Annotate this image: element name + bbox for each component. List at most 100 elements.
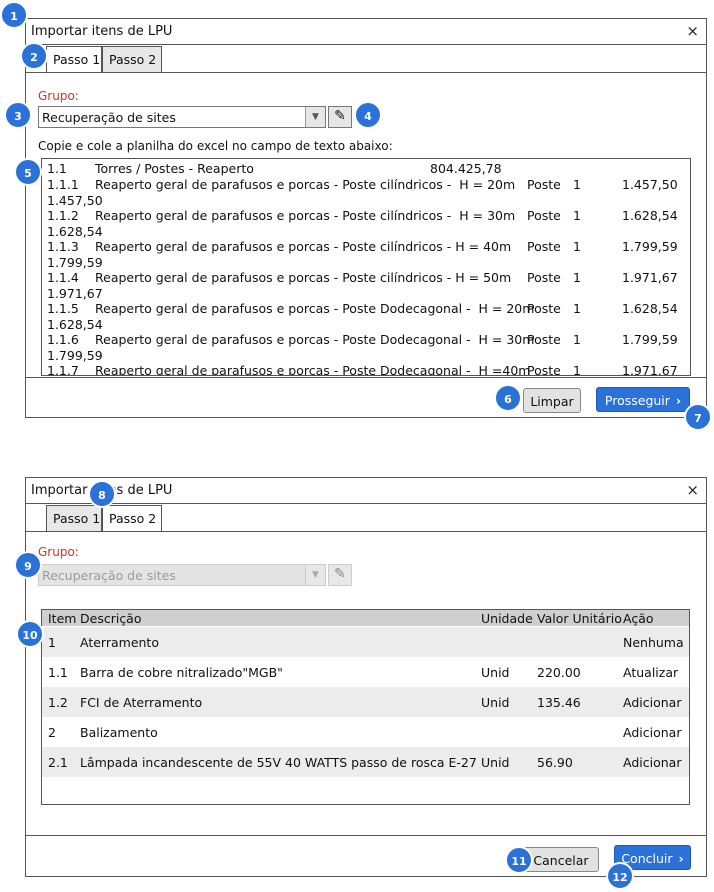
cell-description: Lâmpada incandescente de 55V 40 WATTS pa… xyxy=(80,755,477,770)
group-label: Grupo: xyxy=(38,545,79,559)
pencil-icon: ✎ xyxy=(334,566,346,582)
cancel-button[interactable]: Cancelar xyxy=(523,847,599,872)
cell-unit: Unid xyxy=(481,755,510,770)
line-description: Reaperto geral de parafusos e porcas - P… xyxy=(95,270,512,285)
group-select-disabled: Recuperação de sites ▼ xyxy=(38,564,326,586)
cell-unit-value: 56.90 xyxy=(537,755,573,770)
group-select[interactable]: Recuperação de sites ▼ xyxy=(38,106,326,128)
paste-textarea[interactable]: 1.1 Torres / Postes - Reaperto 804.425,78 1… xyxy=(41,158,691,376)
cell-action[interactable]: Adicionar xyxy=(623,755,681,770)
tab-divider xyxy=(26,531,706,532)
cell-description: Aterramento xyxy=(80,635,159,650)
line-description: Reaperto geral de parafusos e porcas - P… xyxy=(95,239,512,254)
dialog-title-bar: Importar itens de LPU × xyxy=(26,19,706,45)
table-row[interactable]: 2 Balizamento Adicionar xyxy=(42,717,689,747)
line-price: 1.799,59 xyxy=(622,332,678,347)
table-row[interactable]: 1.2 FCI de Aterramento Unid 135.46 Adicionar xyxy=(42,687,689,717)
line-quantity: 1 xyxy=(573,239,581,254)
tab-passo-1[interactable]: Passo 1 xyxy=(46,505,102,531)
tab-passo-1[interactable]: Passo 1 xyxy=(46,46,102,73)
col-description[interactable]: Descrição xyxy=(80,611,142,626)
table-row[interactable]: 1 Aterramento Nenhuma xyxy=(42,627,689,657)
close-icon[interactable]: × xyxy=(686,22,699,40)
line-price-wrap: 1.628,54 xyxy=(47,224,103,239)
cell-action[interactable]: Adicionar xyxy=(623,725,681,740)
cell-unit: Unid xyxy=(481,695,510,710)
cell-unit-value: 135.46 xyxy=(537,695,581,710)
cell-action[interactable]: Adicionar xyxy=(623,695,681,710)
line-unit: Poste xyxy=(527,239,561,254)
line-unit: Poste xyxy=(527,177,561,192)
group-label: Grupo: xyxy=(38,89,79,103)
line-price-wrap: 1.799,59 xyxy=(47,348,103,363)
line-price: 804.425,78 xyxy=(430,161,502,176)
annotation-badge-7: 7 xyxy=(684,403,712,431)
table-row[interactable]: 1.1 Barra de cobre nitralizado"MGB" Unid 22… xyxy=(42,657,689,687)
proceed-button[interactable]: Prosseguir › xyxy=(596,387,690,412)
line-price: 1.457,50 xyxy=(622,177,678,192)
line-unit: Poste xyxy=(527,363,561,376)
cell-item: 2 xyxy=(48,725,56,740)
col-unit-value[interactable]: Valor Unitário xyxy=(537,611,622,626)
cell-action[interactable]: Nenhuma xyxy=(623,635,684,650)
line-code: 1.1 xyxy=(47,161,67,176)
chevron-down-icon[interactable]: ▼ xyxy=(305,107,325,127)
cell-item: 1.1 xyxy=(48,665,68,680)
annotation-badge-12: 12 xyxy=(606,862,634,890)
line-code: 1.1.4 xyxy=(47,270,79,285)
line-unit: Poste xyxy=(527,208,561,223)
cell-item: 1.2 xyxy=(48,695,68,710)
proceed-button-label: Prosseguir xyxy=(604,393,670,408)
grid-header: Item Descrição Unidade Valor Unitário Aç… xyxy=(42,610,689,626)
annotation-badge-4: 4 xyxy=(354,101,382,129)
line-description: Torres / Postes - Reaperto xyxy=(95,161,254,176)
line-price-wrap: 1.971,67 xyxy=(47,286,103,301)
line-quantity: 1 xyxy=(573,332,581,347)
line-unit: Poste xyxy=(527,301,561,316)
col-unit[interactable]: Unidade xyxy=(481,611,533,626)
chevron-right-icon: › xyxy=(675,393,682,408)
cell-description: FCI de Aterramento xyxy=(80,695,203,710)
items-grid: Item Descrição Unidade Valor Unitário Aç… xyxy=(41,609,690,805)
annotation-badge-5: 5 xyxy=(14,158,42,186)
pencil-icon: ✎ xyxy=(334,108,346,124)
footer-divider xyxy=(26,835,706,836)
tab-divider xyxy=(26,72,706,73)
tab-passo-2[interactable]: Passo 2 xyxy=(102,505,162,532)
paste-instructions: Copie e cole a planilha do excel no camp… xyxy=(38,139,393,153)
line-price: 1.971,67 xyxy=(622,270,678,285)
line-quantity: 1 xyxy=(573,177,581,192)
close-icon[interactable]: × xyxy=(686,481,699,499)
chevron-right-icon: › xyxy=(678,851,684,866)
line-price-wrap: 1.457,50 xyxy=(47,193,103,208)
import-dialog-step1: Importar itens de LPU × Passo 1 Passo 2 … xyxy=(25,18,707,418)
edit-group-button[interactable]: ✎ xyxy=(328,106,352,128)
line-price-wrap: 1.799,59 xyxy=(47,255,103,270)
line-code: 1.1.5 xyxy=(47,301,79,316)
group-select-value: Recuperação de sites xyxy=(42,110,176,125)
annotation-badge-9: 9 xyxy=(14,551,42,579)
edit-group-button: ✎ xyxy=(328,564,352,586)
annotation-badge-10: 10 xyxy=(16,620,44,648)
footer-divider xyxy=(26,377,706,378)
line-code: 1.1.6 xyxy=(47,332,79,347)
cancel-button-label: Cancelar xyxy=(533,853,589,868)
line-price: 1.628,54 xyxy=(622,208,678,223)
line-unit: Poste xyxy=(527,270,561,285)
col-item[interactable]: Item xyxy=(48,611,76,626)
cell-action[interactable]: Atualizar xyxy=(623,665,678,680)
col-action[interactable]: Ação xyxy=(623,611,654,626)
finish-button-label: Concluir xyxy=(621,851,673,866)
line-price: 1.799,59 xyxy=(622,239,678,254)
dialog-title-bar: Importar itens de LPU × xyxy=(26,478,706,504)
line-quantity: 1 xyxy=(573,270,581,285)
clear-button[interactable]: Limpar xyxy=(523,388,581,413)
cell-item: 1 xyxy=(48,635,56,650)
clear-button-label: Limpar xyxy=(530,394,574,409)
table-row[interactable]: 2.1 Lâmpada incandescente de 55V 40 WATTS… xyxy=(42,747,689,777)
tab-passo-2[interactable]: Passo 2 xyxy=(102,46,162,72)
cell-unit: Unid xyxy=(481,665,510,680)
annotation-badge-6: 6 xyxy=(494,384,522,412)
line-description: Reaperto geral de parafusos e porcas - P… xyxy=(95,332,535,347)
line-quantity: 1 xyxy=(573,208,581,223)
